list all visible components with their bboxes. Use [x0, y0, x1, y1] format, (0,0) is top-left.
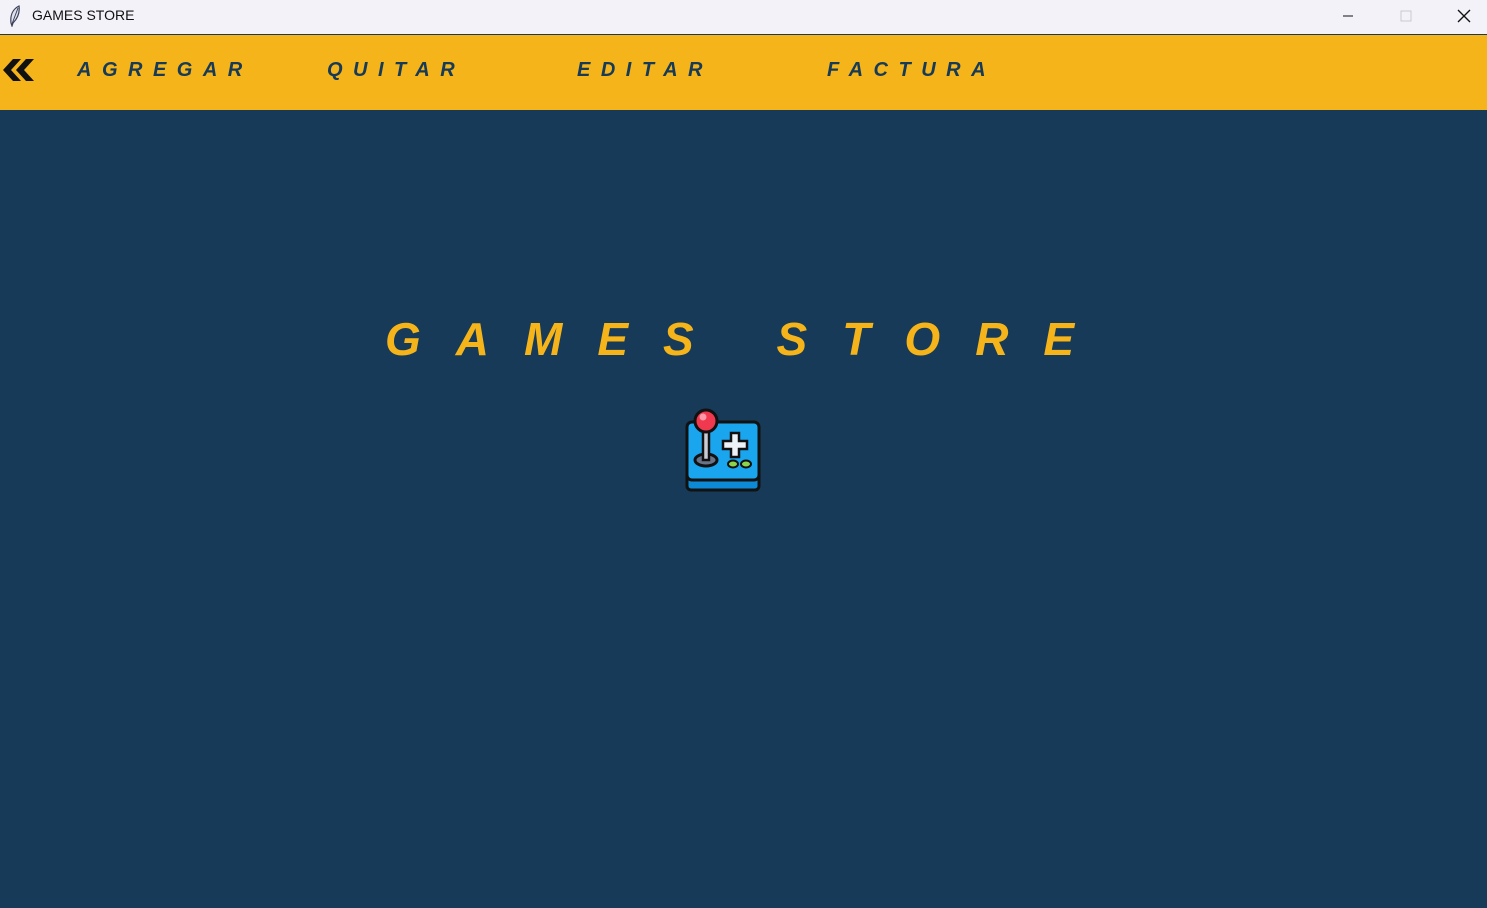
- app-window: GAMES STORE AGREGAR QUITAR EDITAR FACTUR…: [0, 0, 1487, 908]
- close-icon: [1457, 9, 1471, 23]
- maximize-button[interactable]: [1383, 0, 1429, 32]
- main-title: GAMES STORE: [385, 313, 1110, 365]
- nav-quitar-button[interactable]: QUITAR: [327, 59, 465, 82]
- title-bar: GAMES STORE: [0, 0, 1487, 34]
- double-chevron-left-icon[interactable]: [2, 57, 36, 83]
- nav-bar: AGREGAR QUITAR EDITAR FACTURA: [0, 35, 1487, 110]
- maximize-icon: [1400, 10, 1412, 22]
- arcade-joystick-icon: [685, 408, 761, 492]
- minimize-icon: [1343, 15, 1353, 17]
- nav-editar-button[interactable]: EDITAR: [577, 59, 713, 82]
- nav-factura-button[interactable]: FACTURA: [827, 59, 996, 82]
- nav-agregar-button[interactable]: AGREGAR: [77, 59, 253, 82]
- close-button[interactable]: [1441, 0, 1487, 32]
- minimize-button[interactable]: [1325, 0, 1371, 32]
- feather-app-icon: [10, 5, 20, 27]
- window-title: GAMES STORE: [32, 7, 135, 23]
